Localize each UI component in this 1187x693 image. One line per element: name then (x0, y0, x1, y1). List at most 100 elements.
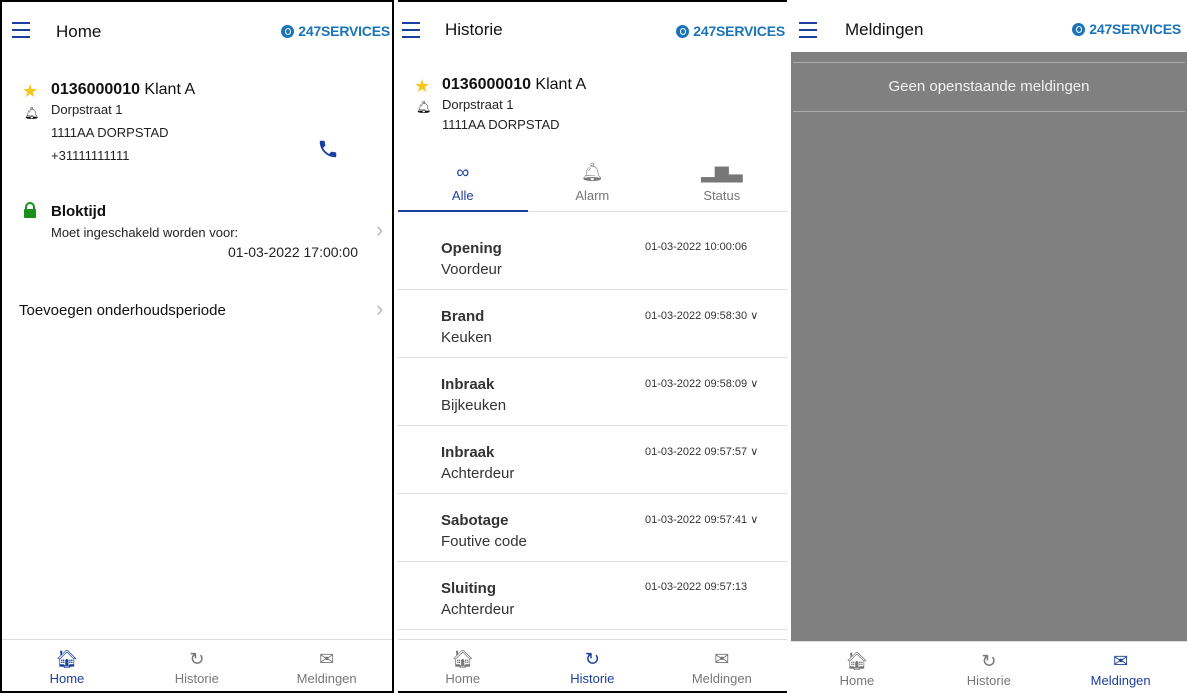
page-title: Home (56, 22, 102, 41)
bottom-nav: 🏠︎ Home ↻ Historie ✉ Meldingen (398, 639, 787, 691)
event-row[interactable]: Brand Keuken 01-03-2022 09:58:30 ∨ (398, 290, 787, 358)
bottom-nav: 🏠︎ Home ↻ Historie ✉ Meldingen (791, 641, 1187, 693)
account-info: 0136000010 Klant A Dorpstraat 1 1111AA D… (442, 76, 586, 132)
account-number: 0136000010 (442, 76, 531, 93)
event-detail: Voordeur (441, 261, 502, 278)
nav-history-label: Historie (966, 673, 1011, 688)
menu-icon[interactable] (799, 22, 817, 38)
nav-notifications[interactable]: ✉ Meldingen (657, 640, 787, 691)
menu-icon[interactable] (12, 22, 30, 38)
nav-home[interactable]: 🏠︎ Home (398, 640, 528, 691)
account-phone: +31111111111 (51, 148, 130, 163)
mail-icon: ✉ (1113, 651, 1129, 671)
event-title: Brand (441, 308, 485, 325)
account-info: 0136000010 Klant A Dorpstraat 1 1111AA D… (51, 81, 195, 163)
history-filter-tabs: ∞ Alle 🔔︎ Alarm ▂▆▃ Status (398, 150, 787, 212)
account-city: 1111AA DORPSTAD (442, 117, 560, 132)
page-title: Historie (445, 20, 503, 39)
mail-icon: ✉ (714, 649, 730, 669)
event-detail: Bijkeuken (441, 397, 507, 414)
mail-icon: ✉ (319, 649, 335, 669)
star-icon[interactable]: ★ (414, 77, 430, 95)
chevron-right-icon: › (376, 296, 384, 321)
tab-all[interactable]: ∞ Alle (398, 150, 528, 212)
event-row[interactable]: Sabotage Foutive code 01-03-2022 09:57:41 … (398, 494, 787, 562)
star-icon[interactable]: ★ (22, 82, 38, 100)
history-icon: ↻ (584, 649, 600, 669)
event-row[interactable]: Opening Voordeur 01-03-2022 10:00:06 (398, 222, 787, 290)
event-time: 01-03-2022 09:57:41 ∨ (645, 513, 758, 526)
notifications-screen: Meldingen 247SERVICES Geen openstaande m… (791, 0, 1187, 693)
event-row[interactable]: Inbraak Achterdeur 01-03-2022 09:57:57 ∨ (398, 426, 787, 494)
event-title: Inbraak (441, 444, 495, 461)
nav-home[interactable]: 🏠︎ Home (791, 642, 923, 693)
account-name: Klant A (530, 76, 587, 93)
notifications-panel: Geen openstaande meldingen (791, 52, 1187, 641)
nav-history-label: Historie (174, 671, 219, 686)
app-bar: Home 247SERVICES (2, 2, 392, 62)
event-title: Sluiting (441, 580, 496, 597)
chevron-down-icon[interactable]: ∨ (750, 310, 758, 322)
brand-logo: 247SERVICES (1072, 21, 1181, 37)
event-timestamp: 01-03-2022 09:57:57 (645, 446, 748, 458)
empty-message: Geen openstaande meldingen (793, 62, 1185, 112)
brand-name: 247SERVICES (298, 23, 390, 39)
nav-notifications-label: Meldingen (1090, 673, 1151, 688)
event-row[interactable]: Inbraak Bijkeuken 01-03-2022 09:58:09 ∨ (398, 358, 787, 426)
nav-notifications[interactable]: ✉ Meldingen (262, 640, 392, 691)
maintenance-label: Toevoegen onderhoudsperiode (19, 302, 226, 319)
account-name: Klant A (139, 81, 196, 98)
nav-home-label: Home (49, 671, 85, 686)
tab-status[interactable]: ▂▆▃ Status (657, 150, 787, 212)
block-time-row[interactable]: Bloktijd Moet ingeschakeld worden voor: … (2, 197, 392, 267)
event-timestamp: 01-03-2022 09:58:09 (645, 378, 748, 390)
nav-notifications-label: Meldingen (691, 671, 752, 686)
brand-logo: 247SERVICES (676, 23, 785, 39)
event-timestamp: 01-03-2022 09:57:13 (645, 581, 748, 593)
brand-logo-icon (1072, 22, 1086, 36)
event-detail: Keuken (441, 329, 492, 346)
event-row[interactable]: Sluiting Achterdeur 01-03-2022 09:57:13 (398, 562, 787, 630)
brand-name: 247SERVICES (693, 23, 785, 39)
bell-icon: 🔔︎ (580, 162, 604, 182)
home-icon: 🏠︎ (451, 649, 475, 669)
chevron-down-icon[interactable]: ∨ (750, 446, 758, 458)
app-bar: Historie 247SERVICES (398, 2, 787, 62)
nav-home-label: Home (839, 673, 875, 688)
phone-icon[interactable] (317, 138, 339, 160)
event-title: Inbraak (441, 376, 495, 393)
history-screen: Historie 247SERVICES ★ 🔔︎ 0136000010 Kla… (398, 0, 787, 693)
bottom-nav: 🏠︎ Home ↻ Historie ✉ Meldingen (2, 639, 392, 691)
history-icon: ↻ (189, 649, 205, 669)
nav-notifications[interactable]: ✉ Meldingen (1055, 642, 1187, 693)
maintenance-row[interactable]: Toevoegen onderhoudsperiode › (2, 292, 392, 332)
event-time: 01-03-2022 09:58:09 ∨ (645, 377, 758, 390)
bell-icon: 🔔︎ (24, 106, 40, 120)
menu-icon[interactable] (402, 22, 420, 38)
page-title: Meldingen (845, 20, 924, 39)
event-title: Sabotage (441, 512, 509, 529)
chevron-right-icon: › (376, 217, 384, 242)
lock-icon (24, 202, 36, 218)
tab-status-label: Status (703, 188, 741, 203)
nav-history[interactable]: ↻ Historie (923, 642, 1055, 693)
chevron-down-icon[interactable]: ∨ (750, 378, 758, 390)
chevron-down-icon[interactable]: ∨ (750, 514, 758, 526)
tab-all-label: Alle (451, 188, 474, 203)
infinity-icon: ∞ (456, 162, 470, 182)
app-bar: Meldingen 247SERVICES (791, 0, 1187, 52)
nav-history[interactable]: ↻ Historie (528, 640, 658, 691)
nav-home[interactable]: 🏠︎ Home (2, 640, 132, 691)
event-timestamp: 01-03-2022 09:57:41 (645, 514, 748, 526)
event-detail: Achterdeur (441, 465, 515, 482)
nav-history[interactable]: ↻ Historie (132, 640, 262, 691)
event-time: 01-03-2022 09:57:13 (645, 581, 747, 593)
nav-notifications-label: Meldingen (296, 671, 357, 686)
tab-alarm[interactable]: 🔔︎ Alarm (528, 150, 658, 212)
brand-logo: 247SERVICES (281, 23, 390, 39)
event-time: 01-03-2022 09:57:57 ∨ (645, 445, 758, 458)
event-timestamp: 01-03-2022 10:00:06 (645, 241, 748, 253)
event-title: Opening (441, 240, 502, 257)
brand-logo-icon (676, 24, 690, 38)
tab-alarm-label: Alarm (575, 188, 610, 203)
